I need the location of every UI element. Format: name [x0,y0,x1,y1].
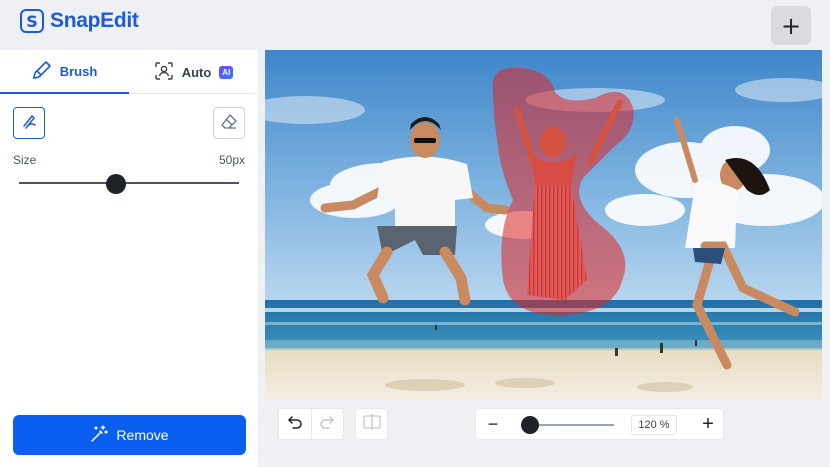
ai-badge: AI [219,65,234,79]
zoom-value[interactable]: 120 % [631,415,677,435]
undo-button[interactable] [279,409,311,439]
brush-icon [21,113,37,134]
add-image-button[interactable]: + [771,6,811,45]
tab-brush[interactable]: Brush [0,50,129,94]
zoom-in-button[interactable]: + [698,409,718,439]
app-logo[interactable]: S SnapEdit [20,9,139,33]
remove-button-label: Remove [116,427,169,443]
compare-icon [362,413,381,435]
app-name: SnapEdit [50,9,139,32]
size-label: Size [13,153,37,167]
compare-button[interactable] [355,408,388,440]
magic-wand-icon [90,424,109,446]
logo-icon: S [20,9,44,33]
redo-button[interactable] [310,409,343,439]
zoom-slider-thumb[interactable] [521,416,539,434]
edited-photo[interactable] [265,50,822,400]
history-controls [278,408,344,440]
beach-photo [265,50,822,400]
eraser-tool-button[interactable] [213,107,245,139]
brush-tool-button[interactable] [13,107,45,139]
tab-auto-label: Auto [181,64,212,80]
remove-button[interactable]: Remove [13,415,246,455]
tab-auto[interactable]: Auto AI [129,50,258,94]
size-value: 50px [218,153,245,167]
undo-icon [287,414,303,435]
app-header: S SnapEdit + [0,0,830,50]
zoom-out-button[interactable]: − [484,409,502,439]
person-scan-icon [154,61,174,84]
tab-brush-label: Brush [59,63,98,79]
zoom-controls: − 120 % + [475,408,724,440]
mode-tabs: Brush Auto AI [0,50,258,94]
brush-icon [32,60,52,83]
canvas-area [258,50,830,467]
tools-panel: Brush Auto AI Size 50px Remove [0,50,258,467]
eraser-icon [221,113,237,134]
brush-size-slider-thumb[interactable] [105,174,126,194]
redo-icon [319,414,335,435]
brush-size-slider[interactable] [19,182,239,184]
